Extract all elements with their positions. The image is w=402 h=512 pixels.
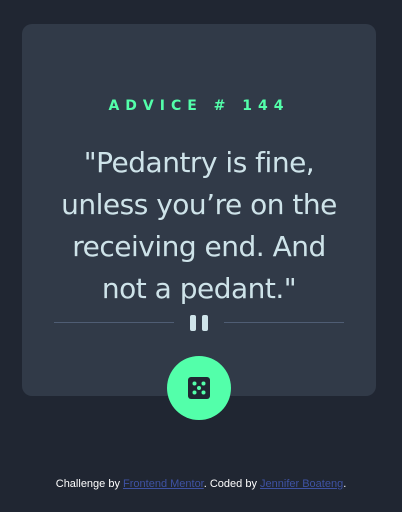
attribution-footer: Challenge by Frontend Mentor. Coded by J… (0, 478, 402, 490)
pause-icon (189, 315, 209, 331)
attribution-suffix: . (343, 478, 347, 490)
advice-id-heading: ADVICE # 144 (108, 98, 290, 114)
attribution-middle: . Coded by (203, 478, 261, 490)
advice-quote: "Pedantry is fine, unless you’re on the … (61, 146, 337, 305)
attribution-prefix: Challenge by (55, 478, 124, 490)
author-link[interactable]: Jennifer Boateng (260, 478, 343, 490)
divider-line-right (224, 322, 344, 323)
advice-card: ADVICE # 144 "Pedantry is fine, unless y… (22, 24, 376, 396)
divider-line-left (54, 322, 174, 323)
generate-advice-button[interactable] (167, 356, 231, 420)
frontend-mentor-link[interactable]: Frontend Mentor (123, 478, 204, 490)
dice-icon (188, 377, 210, 399)
pattern-divider (54, 315, 344, 331)
